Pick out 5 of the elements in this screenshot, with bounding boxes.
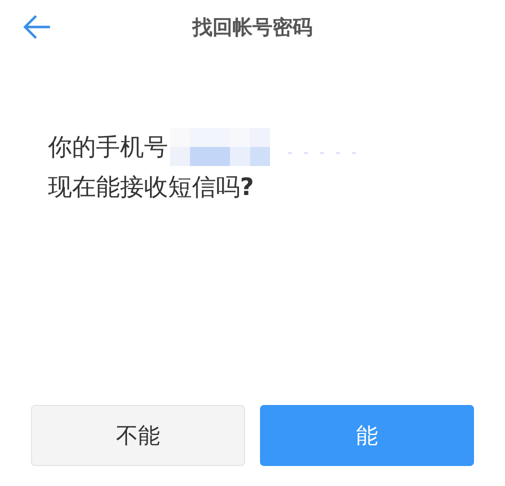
page-title: 找回帐号密码 bbox=[192, 14, 312, 41]
back-arrow-icon[interactable] bbox=[22, 14, 52, 40]
question-text: 你的手机号 bbox=[48, 132, 168, 163]
no-button[interactable]: 不能 bbox=[31, 405, 245, 466]
question-text: 现在能接收短信吗? bbox=[48, 172, 255, 203]
